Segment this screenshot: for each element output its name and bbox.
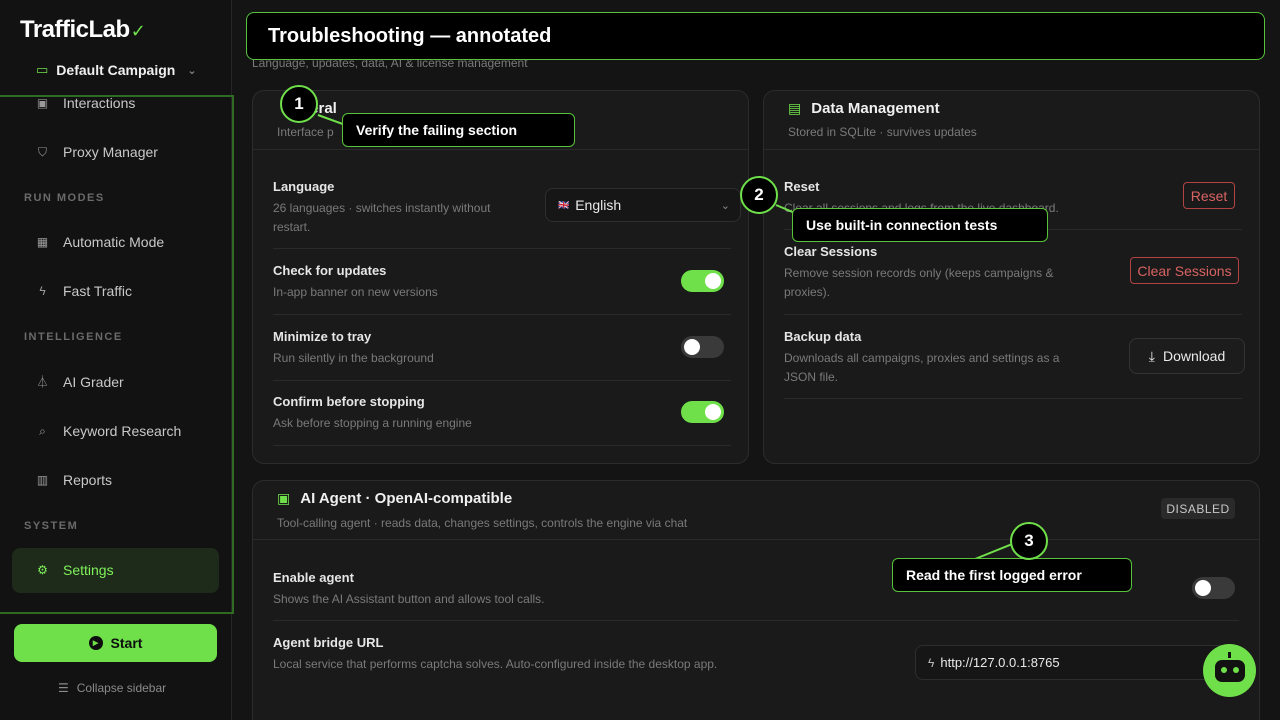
clear-sessions-label: Clear Sessions bbox=[784, 244, 878, 259]
sidebar-item-label: Reports bbox=[63, 472, 113, 488]
bridge-url-input[interactable]: ϟ http://127.0.0.1:8765 bbox=[915, 645, 1235, 680]
play-icon: ▶ bbox=[88, 636, 103, 650]
annotation-step-2: Use built-in connection tests bbox=[792, 208, 1048, 242]
status-badge: DISABLED bbox=[1161, 498, 1235, 519]
divider bbox=[273, 314, 731, 315]
ai-assistant-button[interactable] bbox=[1203, 644, 1256, 697]
annotation-number-1: 1 bbox=[280, 85, 318, 123]
minimize-tray-label: Minimize to tray bbox=[273, 329, 372, 344]
ai-agent-subtitle: Tool-calling agent · reads data, changes… bbox=[277, 516, 688, 530]
sidebar-item-ai-grader[interactable]: ⏃ AI Grader bbox=[36, 374, 124, 390]
language-desc: 26 languages · switches instantly withou… bbox=[273, 201, 491, 234]
sidebar-item-settings[interactable]: ⚙ Settings bbox=[36, 562, 114, 578]
sidebar-item-label: Keyword Research bbox=[63, 423, 182, 439]
sidebar-item-label: Automatic Mode bbox=[63, 234, 165, 250]
confirm-stop-desc: Ask before stopping a running engine bbox=[273, 416, 472, 430]
confirm-stop-toggle[interactable] bbox=[681, 401, 724, 423]
confirm-stop-label: Confirm before stopping bbox=[273, 394, 425, 409]
divider bbox=[784, 398, 1242, 399]
collapse-icon: ☰ bbox=[58, 681, 69, 695]
divider bbox=[253, 539, 1259, 540]
divider bbox=[273, 380, 731, 381]
language-select[interactable]: 🇬🇧 English ⌄ bbox=[545, 188, 741, 222]
sidebar-item-automatic-mode[interactable]: ▦ Automatic Mode bbox=[36, 234, 164, 250]
sidebar-item-reports[interactable]: ▥ Reports bbox=[36, 472, 112, 488]
gear-icon: ⚙ bbox=[37, 562, 48, 577]
annotation-step-3: Read the first logged error bbox=[892, 558, 1132, 592]
language-label: Language bbox=[273, 179, 335, 194]
sidebar-item-interactions[interactable]: ▣ Interactions bbox=[36, 95, 136, 111]
check-updates-label: Check for updates bbox=[273, 263, 387, 278]
ai-agent-card: ▣ AI Agent · OpenAI-compatible Tool-call… bbox=[252, 480, 1260, 720]
robot-icon: ▣ bbox=[277, 490, 291, 506]
robot-icon bbox=[1214, 659, 1245, 682]
sidebar-item-label: Settings bbox=[63, 562, 114, 578]
chevron-down-icon: ⌄ bbox=[187, 64, 197, 77]
search-icon: ⌕ bbox=[39, 423, 46, 438]
general-card-subtitle: Interface p bbox=[277, 125, 334, 139]
folder-icon: ▭ bbox=[36, 62, 49, 77]
bolt-icon: ϟ bbox=[39, 283, 46, 298]
enable-agent-toggle[interactable] bbox=[1192, 577, 1235, 599]
section-intelligence: INTELLIGENCE bbox=[24, 331, 123, 343]
nav-frame bbox=[0, 95, 234, 614]
backup-desc: Downloads all campaigns, proxies and set… bbox=[784, 351, 1060, 384]
bridge-url-desc: Local service that performs captcha solv… bbox=[273, 657, 718, 671]
uk-flag-icon: 🇬🇧 bbox=[558, 199, 570, 210]
clear-sessions-button[interactable]: Clear Sessions bbox=[1130, 257, 1239, 284]
bar-chart-icon: ▥ bbox=[36, 472, 49, 487]
section-run-modes: RUN MODES bbox=[24, 192, 105, 204]
app-logo[interactable]: TrafficLab✓ bbox=[20, 16, 146, 44]
annotation-number-3: 3 bbox=[1010, 522, 1048, 560]
sidebar-item-fast-traffic[interactable]: ϟ Fast Traffic bbox=[36, 283, 132, 299]
sidebar-item-keyword-research[interactable]: ⌕ Keyword Research bbox=[36, 423, 181, 439]
minimize-tray-toggle[interactable] bbox=[681, 336, 724, 358]
sidebar-item-label: Fast Traffic bbox=[63, 283, 132, 299]
reset-label: Reset bbox=[784, 179, 820, 194]
reset-button[interactable]: Reset bbox=[1183, 182, 1235, 209]
divider bbox=[784, 314, 1242, 315]
divider bbox=[764, 149, 1259, 150]
sidebar: TrafficLab✓ ▭ Default Campaign ⌄ ▣ Inter… bbox=[0, 0, 234, 720]
campaign-selector[interactable]: ▭ Default Campaign ⌄ bbox=[36, 62, 197, 78]
start-button[interactable]: ▶ Start bbox=[14, 624, 217, 662]
bridge-url-label: Agent bridge URL bbox=[273, 635, 384, 650]
divider bbox=[273, 248, 731, 249]
sidebar-item-label: Interactions bbox=[63, 95, 136, 111]
sidebar-item-proxy-manager[interactable]: ⛉ Proxy Manager bbox=[36, 144, 158, 160]
check-updates-toggle[interactable] bbox=[681, 270, 724, 292]
ai-agent-title: ▣ AI Agent · OpenAI-compatible bbox=[277, 490, 513, 507]
download-icon: ⤓ bbox=[1148, 347, 1155, 364]
backup-label: Backup data bbox=[784, 329, 862, 344]
enable-agent-label: Enable agent bbox=[273, 570, 354, 585]
clear-sessions-desc: Remove session records only (keeps campa… bbox=[784, 266, 1054, 299]
database-icon: ▤ bbox=[788, 100, 802, 116]
minimize-tray-desc: Run silently in the background bbox=[273, 351, 434, 365]
data-management-subtitle: Stored in SQLite · survives updates bbox=[788, 125, 977, 139]
chevron-down-icon: ⌄ bbox=[720, 199, 730, 212]
section-system: SYSTEM bbox=[24, 520, 79, 532]
sidebar-item-label: AI Grader bbox=[63, 374, 124, 390]
shield-icon: ⛉ bbox=[37, 144, 47, 159]
logo-check-icon: ✓ bbox=[130, 21, 146, 41]
data-management-title: ▤ Data Management bbox=[788, 100, 940, 117]
divider bbox=[253, 149, 748, 150]
interactions-icon: ▣ bbox=[36, 95, 49, 110]
campaign-name: Default Campaign bbox=[56, 62, 176, 78]
divider bbox=[273, 445, 731, 446]
bolt-icon: ϟ bbox=[928, 655, 935, 670]
download-button[interactable]: ⤓ Download bbox=[1129, 338, 1245, 374]
annotation-step-1: Verify the failing section bbox=[342, 113, 575, 147]
annotation-number-2: 2 bbox=[740, 176, 778, 214]
enable-agent-desc: Shows the AI Assistant button and allows… bbox=[273, 592, 545, 606]
grid-icon: ▦ bbox=[36, 234, 49, 249]
annotation-banner: Troubleshooting — annotated bbox=[246, 12, 1265, 60]
flask-icon: ⏃ bbox=[36, 374, 49, 389]
check-updates-desc: In-app banner on new versions bbox=[273, 285, 438, 299]
collapse-sidebar-button[interactable]: ☰ Collapse sidebar bbox=[58, 681, 166, 695]
sidebar-item-label: Proxy Manager bbox=[63, 144, 158, 160]
divider bbox=[273, 620, 1239, 621]
